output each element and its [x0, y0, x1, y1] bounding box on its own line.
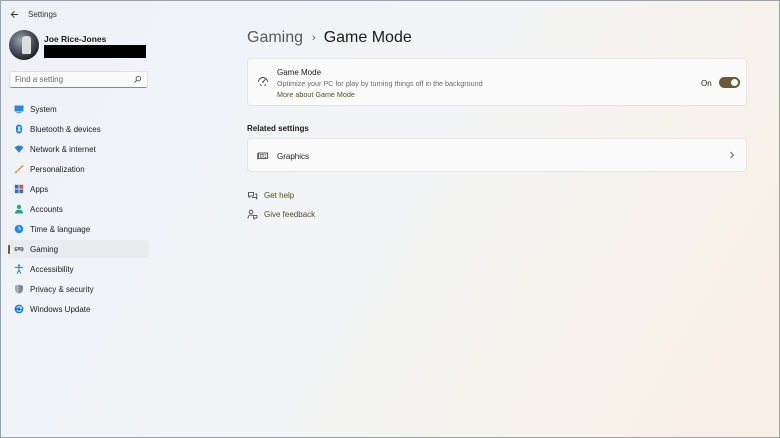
sidebar-nav: System Bluetooth & devices Network & int…	[8, 100, 149, 320]
breadcrumb-parent-link[interactable]: Gaming	[247, 29, 303, 47]
breadcrumb: Gaming › Game Mode	[247, 29, 412, 47]
graphics-label: Graphics	[277, 152, 310, 161]
sidebar-item-network[interactable]: Network & internet	[8, 140, 149, 158]
title-bar: Settings	[0, 0, 780, 28]
sidebar-item-time-language[interactable]: Time & language	[8, 220, 149, 238]
game-mode-card: Game Mode Optimize your PC for play by t…	[247, 58, 747, 106]
time-language-icon	[13, 223, 25, 235]
chevron-right-icon	[730, 151, 735, 159]
sidebar-item-label: Personalization	[30, 164, 85, 174]
graphics-card-icon	[257, 152, 268, 160]
sidebar-item-bluetooth[interactable]: Bluetooth & devices	[8, 120, 149, 138]
app-title: Settings	[28, 9, 57, 19]
sidebar-item-label: Windows Update	[30, 304, 91, 314]
game-mode-icon	[258, 77, 268, 87]
sidebar-item-label: System	[30, 104, 57, 114]
toggle-state-label: On	[701, 79, 712, 88]
breadcrumb-separator-icon: ›	[312, 32, 316, 44]
apps-icon	[13, 183, 25, 195]
related-settings-heading: Related settings	[247, 124, 309, 133]
search-input[interactable]	[15, 75, 133, 84]
back-arrow-icon	[10, 10, 18, 18]
game-mode-description: Optimize your PC for play by turning thi…	[277, 79, 483, 88]
avatar[interactable]	[9, 30, 39, 60]
sidebar-item-label: Apps	[30, 184, 49, 194]
search-box[interactable]	[9, 71, 148, 88]
give-feedback-label: Give feedback	[264, 210, 316, 219]
feedback-icon	[247, 209, 258, 220]
get-help-label: Get help	[264, 191, 295, 200]
network-icon	[13, 143, 25, 155]
sidebar-item-personalization[interactable]: Personalization	[8, 160, 149, 178]
sidebar-item-windows-update[interactable]: Windows Update	[8, 300, 149, 318]
personalization-icon	[13, 163, 25, 175]
sidebar-item-label: Network & internet	[30, 144, 96, 154]
redacted-email-block	[44, 45, 146, 58]
gaming-icon	[13, 243, 25, 255]
sidebar-item-gaming[interactable]: Gaming	[8, 240, 149, 258]
sidebar-item-label: Bluetooth & devices	[30, 124, 101, 134]
windows-update-icon	[13, 303, 25, 315]
system-icon	[13, 103, 25, 115]
accessibility-icon	[13, 263, 25, 275]
sidebar-item-label: Time & language	[30, 224, 91, 234]
toggle-knob	[731, 79, 738, 86]
graphics-settings-row[interactable]: Graphics	[247, 138, 747, 172]
more-about-game-mode-link[interactable]: More about Game Mode	[277, 90, 355, 99]
sidebar-item-accounts[interactable]: Accounts	[8, 200, 149, 218]
sidebar-item-label: Accounts	[30, 204, 63, 214]
page-title: Game Mode	[323, 29, 412, 46]
accounts-icon	[13, 203, 25, 215]
give-feedback-link[interactable]: Give feedback	[247, 209, 315, 220]
sidebar-item-label: Privacy & security	[30, 284, 94, 294]
search-icon[interactable]	[133, 75, 142, 84]
sidebar-item-label: Accessibility	[30, 264, 74, 274]
sidebar-item-privacy-security[interactable]: Privacy & security	[8, 280, 149, 298]
bluetooth-icon	[13, 123, 25, 135]
sidebar-item-apps[interactable]: Apps	[8, 180, 149, 198]
sidebar-item-accessibility[interactable]: Accessibility	[8, 260, 149, 278]
sidebar-item-system[interactable]: System	[8, 100, 149, 118]
sidebar-item-label: Gaming	[30, 244, 59, 254]
game-mode-toggle[interactable]	[719, 77, 740, 88]
privacy-shield-icon	[13, 283, 25, 295]
user-name: Joe Rice-Jones	[44, 34, 107, 44]
game-mode-title: Game Mode	[277, 68, 322, 77]
back-button[interactable]	[3, 3, 25, 25]
help-chat-icon	[248, 192, 258, 200]
get-help-link[interactable]: Get help	[247, 190, 294, 201]
